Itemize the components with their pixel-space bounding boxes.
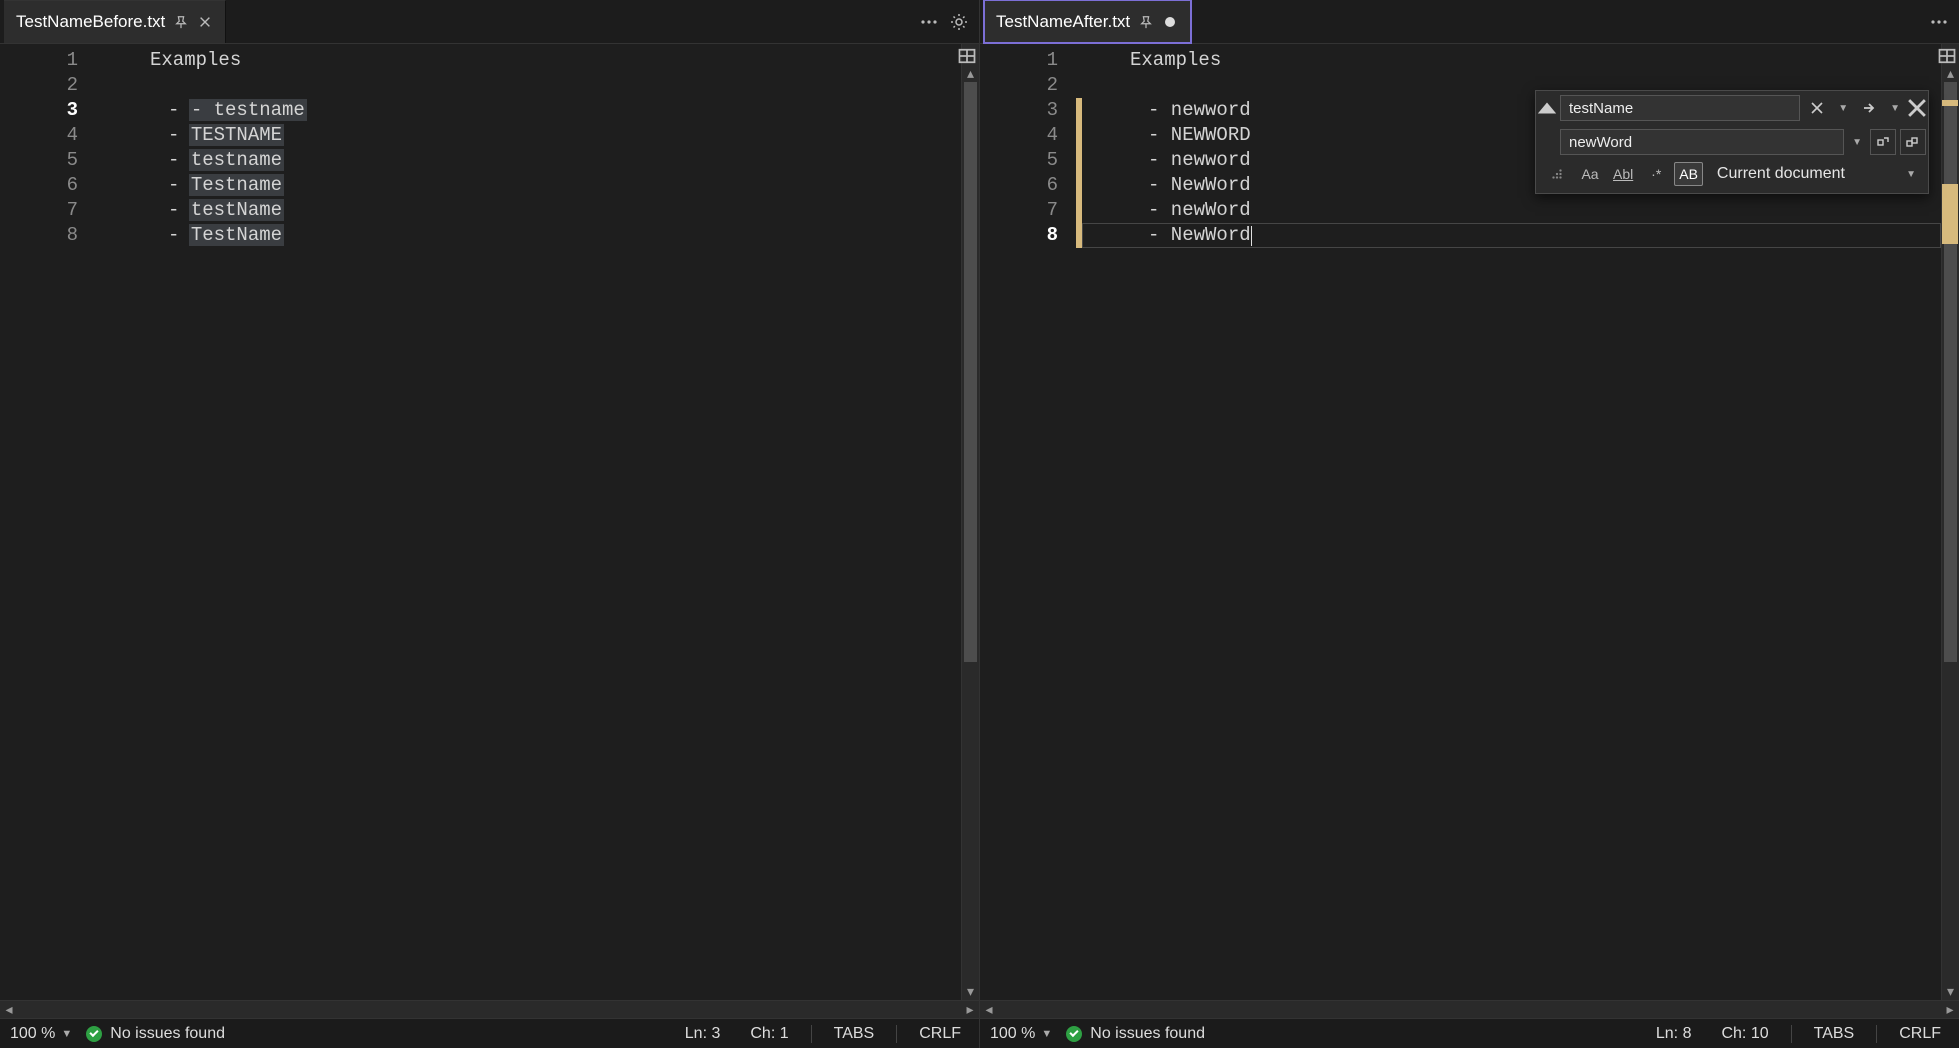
zoom-level[interactable]: 100 % ▼ — [990, 1025, 1052, 1043]
pin-icon[interactable] — [1138, 14, 1154, 30]
code-line: - NEWWORD — [1082, 123, 1251, 148]
preserve-case-option[interactable]: AB — [1674, 162, 1703, 186]
tab-actions — [1929, 12, 1959, 32]
code-line: - Testname — [102, 173, 284, 198]
editor-pane-right: TestNameAfter.txt 123 456 78 — [979, 0, 1959, 1048]
code-line: Examples — [1082, 48, 1221, 73]
code-line: - - testname — [102, 98, 307, 123]
code-line: - newword — [1082, 148, 1251, 173]
status-bar: 100 % ▼ No issues found Ln: 8 Ch: 10 TAB… — [980, 1018, 1959, 1048]
eol-mode[interactable]: CRLF — [911, 1025, 969, 1043]
code-line: - TestName — [102, 223, 284, 248]
replace-input[interactable]: newWord — [1560, 129, 1844, 155]
zoom-level[interactable]: 100 % ▼ — [10, 1025, 72, 1043]
indent-mode[interactable]: TABS — [1806, 1025, 1863, 1043]
horizontal-scrollbar[interactable]: ◂ ▸ — [980, 1000, 1959, 1018]
code-line: Examples — [102, 48, 241, 73]
editor-area[interactable]: 123 456 78 Examples - - testname - TESTN… — [0, 44, 979, 1000]
eol-mode[interactable]: CRLF — [1891, 1025, 1949, 1043]
scroll-right-icon[interactable]: ▸ — [1941, 1001, 1959, 1018]
replace-all-icon[interactable] — [1900, 129, 1926, 155]
search-history-dropdown[interactable]: ▼ — [1832, 103, 1854, 114]
find-next-icon[interactable] — [1856, 95, 1882, 121]
regex-option[interactable]: ·* — [1642, 162, 1670, 186]
file-tab[interactable]: TestNameAfter.txt — [984, 0, 1191, 43]
tab-title: TestNameBefore.txt — [16, 12, 165, 32]
cursor-col[interactable]: Ch: 10 — [1713, 1025, 1776, 1043]
line-gutter: 123 456 78 — [980, 44, 1076, 1000]
editor-pane-left: TestNameBefore.txt 123 — [0, 0, 979, 1048]
editor-area[interactable]: 123 456 78 Examples - newword - NEWWORD … — [980, 44, 1959, 1000]
status-bar: 100 % ▼ No issues found Ln: 3 Ch: 1 TABS… — [0, 1018, 979, 1048]
cursor-line[interactable]: Ln: 8 — [1648, 1025, 1700, 1043]
split-view-icon[interactable] — [957, 46, 977, 66]
code-line: - newword — [1082, 98, 1251, 123]
find-replace-panel: testName ▼ ▼ newWord — [1535, 90, 1929, 194]
scroll-up-icon[interactable]: ▴ — [1942, 64, 1959, 82]
code-content[interactable]: Examples - - testname - TESTNAME - testn… — [102, 44, 961, 1000]
ok-icon — [1066, 1026, 1082, 1042]
close-find-icon[interactable] — [1906, 97, 1928, 119]
horizontal-scrollbar[interactable]: ◂ ▸ — [0, 1000, 979, 1018]
scroll-down-icon[interactable]: ▾ — [1942, 982, 1959, 1000]
code-line: - TESTNAME — [102, 123, 284, 148]
tab-bar: TestNameAfter.txt — [980, 0, 1959, 44]
more-icon[interactable] — [919, 12, 939, 32]
ok-icon — [86, 1026, 102, 1042]
vertical-scrollbar[interactable]: ▴ ▾ — [961, 44, 979, 1000]
clear-search-icon[interactable] — [1804, 95, 1830, 121]
code-line: - testname — [102, 148, 284, 173]
whole-word-option[interactable]: Abl — [1608, 162, 1638, 186]
close-icon[interactable] — [197, 14, 213, 30]
tab-bar: TestNameBefore.txt — [0, 0, 979, 44]
split-view-icon[interactable] — [1937, 46, 1957, 66]
replace-next-icon[interactable] — [1870, 129, 1896, 155]
match-case-option[interactable]: Aa — [1576, 162, 1604, 186]
dirty-indicator-icon[interactable] — [1162, 14, 1178, 30]
more-icon[interactable] — [1929, 12, 1949, 32]
line-gutter: 123 456 78 — [0, 44, 96, 1000]
scroll-down-icon[interactable]: ▾ — [962, 982, 979, 1000]
code-line: - newWord — [1082, 198, 1251, 223]
scroll-up-icon[interactable]: ▴ — [962, 64, 979, 82]
find-dropdown[interactable]: ▼ — [1884, 103, 1906, 114]
file-tab[interactable]: TestNameBefore.txt — [4, 0, 226, 43]
vertical-scrollbar[interactable]: ▴ ▾ — [1941, 44, 1959, 1000]
code-line: - NewWord — [1082, 223, 1251, 248]
cursor-col[interactable]: Ch: 1 — [742, 1025, 796, 1043]
workspace: TestNameBefore.txt 123 — [0, 0, 1959, 1048]
issues-indicator[interactable]: No issues found — [1066, 1025, 1205, 1043]
collapse-replace-icon[interactable] — [1536, 91, 1558, 125]
scroll-right-icon[interactable]: ▸ — [961, 1001, 979, 1018]
scope-dropdown[interactable]: ▼ — [1900, 169, 1922, 180]
tab-title: TestNameAfter.txt — [996, 12, 1130, 32]
cursor-line[interactable]: Ln: 3 — [677, 1025, 729, 1043]
tab-actions — [919, 12, 979, 32]
chevron-down-icon[interactable]: ▼ — [1041, 1028, 1052, 1040]
code-line: - NewWord — [1082, 173, 1251, 198]
resize-handle-icon[interactable] — [1544, 161, 1570, 187]
indent-mode[interactable]: TABS — [826, 1025, 883, 1043]
issues-indicator[interactable]: No issues found — [86, 1025, 225, 1043]
search-input[interactable]: testName — [1560, 95, 1800, 121]
replace-history-dropdown[interactable]: ▼ — [1846, 137, 1868, 148]
scroll-left-icon[interactable]: ◂ — [980, 1001, 998, 1018]
gear-icon[interactable] — [949, 12, 969, 32]
scroll-left-icon[interactable]: ◂ — [0, 1001, 18, 1018]
overview-change-marker — [1942, 184, 1958, 244]
pin-icon[interactable] — [173, 14, 189, 30]
overview-change-marker — [1942, 100, 1958, 106]
search-scope[interactable]: Current document — [1707, 165, 1896, 183]
code-line: - testName — [102, 198, 284, 223]
chevron-down-icon[interactable]: ▼ — [61, 1028, 72, 1040]
